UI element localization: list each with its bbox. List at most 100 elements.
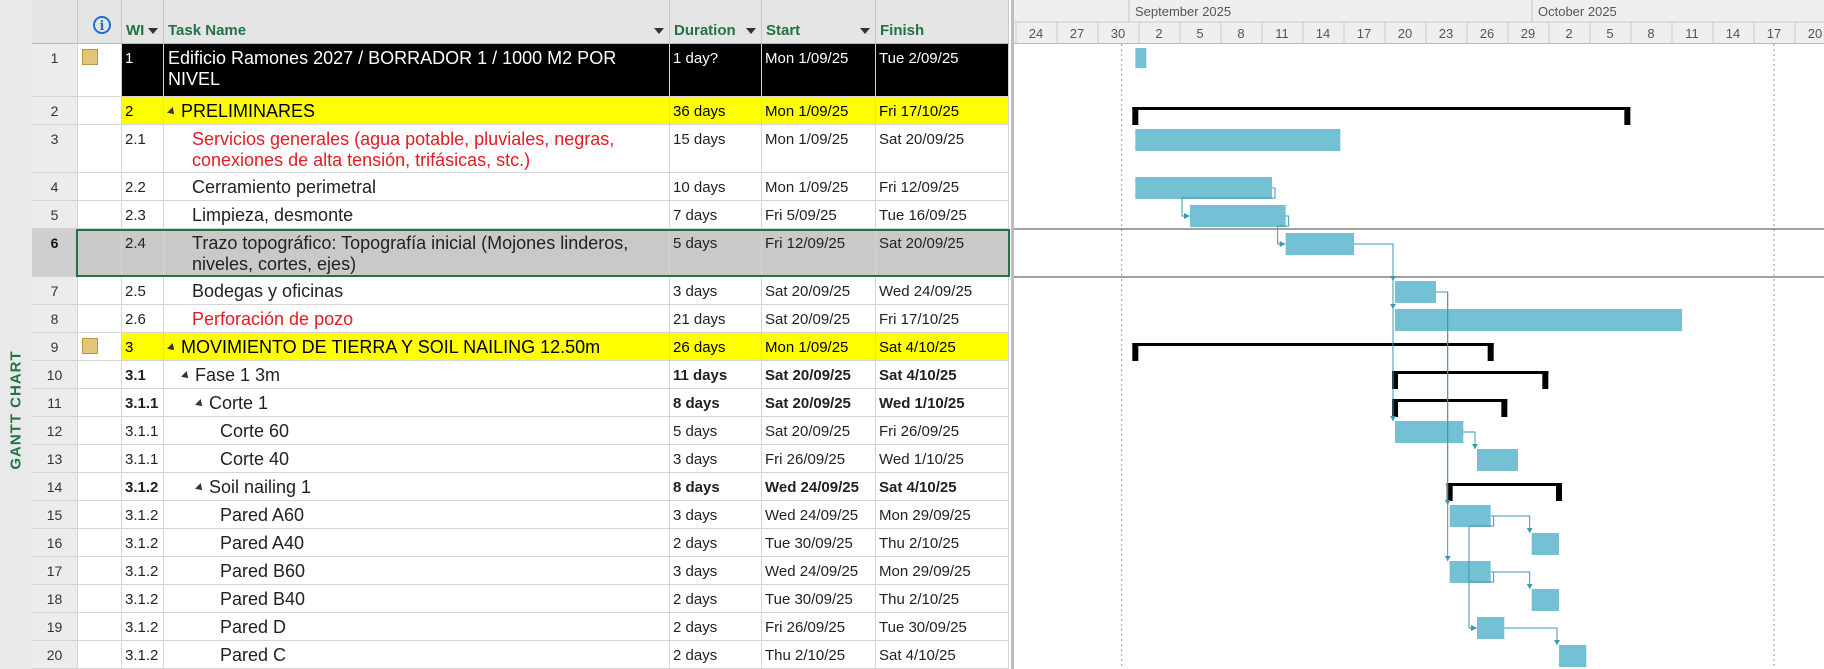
indicator-cell[interactable] — [78, 305, 122, 333]
indicator-cell[interactable] — [78, 125, 122, 173]
row-id-cell[interactable]: 11 — [32, 389, 78, 417]
task-name-cell[interactable]: Soil nailing 1 — [164, 473, 670, 501]
finish-cell[interactable]: Tue 2/09/25 — [876, 44, 1009, 97]
indicator-cell[interactable] — [78, 557, 122, 585]
indicator-cell[interactable] — [78, 613, 122, 641]
wbs-cell[interactable]: 3.1.2 — [122, 641, 164, 669]
duration-cell[interactable]: 36 days — [670, 97, 762, 125]
chevron-down-icon[interactable] — [860, 28, 870, 34]
table-row[interactable]: 19 3.1.2 Pared D 2 days Fri 26/09/25 Tue 30/0… — [32, 613, 1009, 641]
collapse-toggle-icon[interactable] — [167, 343, 177, 354]
indicator-cell[interactable] — [78, 173, 122, 201]
duration-cell[interactable]: 5 days — [670, 417, 762, 445]
finish-cell[interactable]: Fri 17/10/25 — [876, 97, 1009, 125]
row-id-cell[interactable]: 14 — [32, 473, 78, 501]
start-cell[interactable]: Fri 12/09/25 — [762, 229, 876, 277]
start-cell[interactable]: Fri 26/09/25 — [762, 613, 876, 641]
finish-cell[interactable]: Sat 4/10/25 — [876, 473, 1009, 501]
table-row[interactable]: 4 2.2 Cerramiento perimetral 10 days Mon 1/0… — [32, 173, 1009, 201]
duration-cell[interactable]: 1 day? — [670, 44, 762, 97]
row-id-cell[interactable]: 12 — [32, 417, 78, 445]
indicator-cell[interactable] — [78, 277, 122, 305]
header-indicators[interactable]: i — [78, 0, 122, 44]
start-cell[interactable]: Mon 1/09/25 — [762, 125, 876, 173]
start-cell[interactable]: Wed 24/09/25 — [762, 473, 876, 501]
finish-cell[interactable]: Tue 16/09/25 — [876, 201, 1009, 229]
collapse-toggle-icon[interactable] — [181, 371, 191, 382]
indicator-cell[interactable] — [78, 501, 122, 529]
duration-cell[interactable]: 2 days — [670, 641, 762, 669]
row-id-cell[interactable]: 7 — [32, 277, 78, 305]
wbs-cell[interactable]: 3.1 — [122, 361, 164, 389]
gantt-chart[interactable]: September 2025 October 2025 24 27 30 2 5 8 11 14 1… — [1011, 0, 1824, 669]
header-wbs[interactable]: WI — [122, 0, 164, 44]
task-name-cell[interactable]: Pared C — [164, 641, 670, 669]
row-id-cell[interactable]: 1 — [32, 44, 78, 97]
duration-cell[interactable]: 3 days — [670, 277, 762, 305]
duration-cell[interactable]: 3 days — [670, 557, 762, 585]
row-id-cell[interactable]: 17 — [32, 557, 78, 585]
collapse-toggle-icon[interactable] — [195, 399, 205, 410]
duration-cell[interactable]: 10 days — [670, 173, 762, 201]
duration-cell[interactable]: 5 days — [670, 229, 762, 277]
header-row-id[interactable] — [32, 0, 78, 44]
finish-cell[interactable]: Thu 2/10/25 — [876, 585, 1009, 613]
start-cell[interactable]: Tue 30/09/25 — [762, 529, 876, 557]
table-row[interactable]: 14 3.1.2 Soil nailing 1 8 days Wed 24/09/25 S… — [32, 473, 1009, 501]
start-cell[interactable]: Fri 26/09/25 — [762, 445, 876, 473]
wbs-cell[interactable]: 3 — [122, 333, 164, 361]
start-cell[interactable]: Wed 24/09/25 — [762, 557, 876, 585]
task-name-cell[interactable]: Pared B40 — [164, 585, 670, 613]
finish-cell[interactable]: Mon 29/09/25 — [876, 557, 1009, 585]
indicator-cell[interactable] — [78, 417, 122, 445]
start-cell[interactable]: Tue 30/09/25 — [762, 585, 876, 613]
task-name-cell[interactable]: MOVIMIENTO DE TIERRA Y SOIL NAILING 12.5… — [164, 333, 670, 361]
duration-cell[interactable]: 2 days — [670, 613, 762, 641]
duration-cell[interactable]: 7 days — [670, 201, 762, 229]
duration-cell[interactable]: 2 days — [670, 529, 762, 557]
row-id-cell[interactable]: 3 — [32, 125, 78, 173]
chevron-down-icon[interactable] — [148, 28, 158, 34]
start-cell[interactable]: Sat 20/09/25 — [762, 277, 876, 305]
row-id-cell[interactable]: 20 — [32, 641, 78, 669]
indicator-cell[interactable] — [78, 97, 122, 125]
table-row[interactable]: 6 2.4 Trazo topográfico: Topografía inicia… — [32, 229, 1009, 277]
row-id-cell[interactable]: 4 — [32, 173, 78, 201]
task-name-cell[interactable]: Pared B60 — [164, 557, 670, 585]
row-id-cell[interactable]: 18 — [32, 585, 78, 613]
task-name-cell[interactable]: Servicios generales (agua potable, pluvi… — [164, 125, 670, 173]
table-row[interactable]: 7 2.5 Bodegas y oficinas 3 days Sat 20/09/25… — [32, 277, 1009, 305]
table-row[interactable]: 1 1 Edificio Ramones 2027 / BORRADOR 1 / 1… — [32, 44, 1009, 97]
row-id-cell[interactable]: 6 — [32, 229, 78, 277]
finish-cell[interactable]: Sat 20/09/25 — [876, 229, 1009, 277]
wbs-cell[interactable]: 3.1.2 — [122, 585, 164, 613]
row-id-cell[interactable]: 19 — [32, 613, 78, 641]
task-name-cell[interactable]: Corte 60 — [164, 417, 670, 445]
task-name-cell[interactable]: Cerramiento perimetral — [164, 173, 670, 201]
task-name-cell[interactable]: Fase 1 3m — [164, 361, 670, 389]
row-id-cell[interactable]: 5 — [32, 201, 78, 229]
task-name-cell[interactable]: Limpieza, desmonte — [164, 201, 670, 229]
finish-cell[interactable]: Wed 1/10/25 — [876, 445, 1009, 473]
start-cell[interactable]: Fri 5/09/25 — [762, 201, 876, 229]
start-cell[interactable]: Mon 1/09/25 — [762, 333, 876, 361]
task-name-cell[interactable]: Pared A40 — [164, 529, 670, 557]
header-duration[interactable]: Duration — [670, 0, 762, 44]
finish-cell[interactable]: Wed 24/09/25 — [876, 277, 1009, 305]
indicator-cell[interactable] — [78, 229, 122, 277]
wbs-cell[interactable]: 3.1.2 — [122, 501, 164, 529]
row-id-cell[interactable]: 16 — [32, 529, 78, 557]
wbs-cell[interactable]: 3.1.2 — [122, 557, 164, 585]
row-id-cell[interactable]: 15 — [32, 501, 78, 529]
start-cell[interactable]: Thu 2/10/25 — [762, 641, 876, 669]
indicator-cell[interactable] — [78, 445, 122, 473]
row-id-cell[interactable]: 2 — [32, 97, 78, 125]
wbs-cell[interactable]: 2.1 — [122, 125, 164, 173]
start-cell[interactable]: Sat 20/09/25 — [762, 417, 876, 445]
chevron-down-icon[interactable] — [746, 28, 756, 34]
table-row[interactable]: 10 3.1 Fase 1 3m 11 days Sat 20/09/25 Sat 4/1… — [32, 361, 1009, 389]
finish-cell[interactable]: Sat 4/10/25 — [876, 333, 1009, 361]
row-id-cell[interactable]: 8 — [32, 305, 78, 333]
wbs-cell[interactable]: 2.2 — [122, 173, 164, 201]
start-cell[interactable]: Mon 1/09/25 — [762, 97, 876, 125]
